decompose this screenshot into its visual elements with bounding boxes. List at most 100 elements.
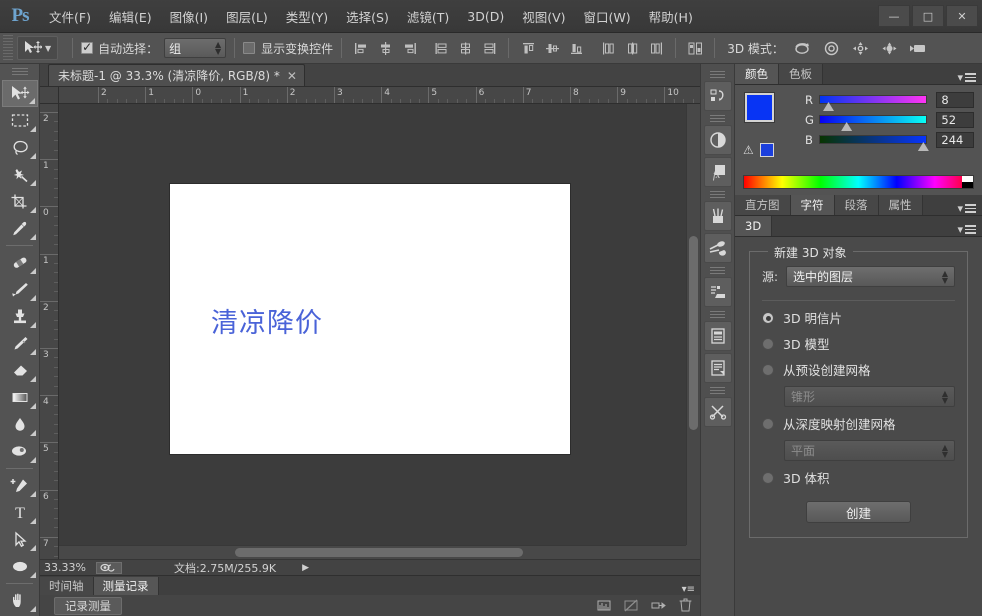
- blur-tool[interactable]: [2, 411, 38, 438]
- vertical-ruler[interactable]: 21012345678: [40, 104, 59, 559]
- radio-3d-volume[interactable]: [762, 472, 774, 484]
- toolbar-grip[interactable]: [12, 68, 28, 77]
- gamut-warning-icon[interactable]: ⚠: [743, 143, 754, 157]
- roll-3d-icon[interactable]: [821, 37, 843, 59]
- menu-image[interactable]: 图像(I): [161, 2, 217, 31]
- menu-window[interactable]: 窗口(W): [575, 2, 640, 31]
- document-profile-icon[interactable]: [96, 562, 122, 574]
- history-brush-tool[interactable]: [2, 330, 38, 357]
- tool-flyout-indicator[interactable]: [30, 153, 36, 159]
- export-measurements-icon[interactable]: [651, 597, 666, 616]
- horizontal-scrollbar-thumb[interactable]: [235, 548, 523, 557]
- bottom-panel-menu-icon[interactable]: ▾≡: [682, 584, 695, 595]
- distribute-bottom-edges-icon[interactable]: [645, 37, 667, 59]
- dodge-tool[interactable]: [2, 438, 38, 465]
- styles-panel-icon[interactable]: fx: [704, 157, 732, 187]
- slide-3d-icon[interactable]: [879, 37, 901, 59]
- menu-view[interactable]: 视图(V): [513, 2, 574, 31]
- menu-select[interactable]: 选择(S): [337, 2, 398, 31]
- brush-presets-icon[interactable]: [704, 201, 732, 231]
- color-spectrum-ramp[interactable]: [743, 175, 974, 189]
- canvas-viewport[interactable]: 清凉降价: [59, 104, 686, 545]
- red-value[interactable]: 8: [936, 92, 974, 108]
- options-bar-grip[interactable]: [3, 35, 13, 61]
- tab-timeline[interactable]: 时间轴: [40, 577, 94, 595]
- menu-layer[interactable]: 图层(L): [217, 2, 277, 31]
- delete-measurements-icon[interactable]: [679, 597, 692, 616]
- document-tab[interactable]: 未标题-1 @ 33.3% (清凉降价, RGB/8) * ✕: [48, 64, 305, 86]
- status-expand-arrow-icon[interactable]: ▶: [302, 563, 309, 573]
- tool-flyout-indicator[interactable]: [30, 376, 36, 382]
- color-panel-menu-icon[interactable]: ▾: [957, 71, 982, 84]
- tool-flyout-indicator[interactable]: [30, 295, 36, 301]
- align-horizontal-centers-icon[interactable]: [374, 37, 396, 59]
- align-left-edges-icon[interactable]: [350, 37, 372, 59]
- red-slider-thumb[interactable]: [823, 102, 834, 111]
- select-all-measurements-icon[interactable]: [597, 597, 611, 616]
- dock-grip[interactable]: [710, 115, 725, 123]
- tool-flyout-indicator[interactable]: [30, 518, 36, 524]
- eraser-tool[interactable]: [2, 357, 38, 384]
- distribute-left-edges-icon[interactable]: [430, 37, 452, 59]
- tool-flyout-indicator[interactable]: [30, 349, 36, 355]
- type-tool[interactable]: T: [2, 499, 38, 526]
- option-mesh-from-depth-map[interactable]: 从深度映射创建网格: [762, 414, 955, 433]
- pan-3d-icon[interactable]: [850, 37, 872, 59]
- tool-flyout-indicator[interactable]: [30, 234, 36, 240]
- vertical-scrollbar[interactable]: [686, 104, 700, 545]
- dock-grip[interactable]: [710, 311, 725, 319]
- preset-mesh-dropdown[interactable]: 锥形 ▲▼: [784, 386, 955, 407]
- tool-flyout-indicator[interactable]: [30, 322, 36, 328]
- menu-filter[interactable]: 滤镜(T): [398, 2, 458, 31]
- align-vertical-centers-icon[interactable]: [541, 37, 563, 59]
- healing-brush-tool[interactable]: [2, 249, 38, 276]
- tab-character[interactable]: 字符: [791, 195, 835, 215]
- depth-map-dropdown[interactable]: 平面 ▲▼: [784, 440, 955, 461]
- create-button[interactable]: 创建: [806, 501, 911, 523]
- green-value[interactable]: 52: [936, 112, 974, 128]
- menu-type[interactable]: 类型(Y): [277, 2, 337, 31]
- black-white-ramp[interactable]: [962, 176, 973, 188]
- radio-mesh-from-preset[interactable]: [762, 364, 774, 376]
- vertical-scrollbar-thumb[interactable]: [689, 236, 698, 430]
- history-panel-icon[interactable]: [704, 81, 732, 111]
- current-tool-preset[interactable]: ▼: [17, 36, 58, 60]
- tool-flyout-indicator[interactable]: [30, 403, 36, 409]
- foreground-color-swatch[interactable]: [745, 93, 774, 122]
- pen-tool[interactable]: [2, 472, 38, 499]
- magic-wand-tool[interactable]: [2, 161, 38, 188]
- auto-select-scope-dropdown[interactable]: 组 ▲▼: [164, 38, 226, 58]
- actions-panel-icon[interactable]: [704, 277, 732, 307]
- source-dropdown[interactable]: 选中的图层 ▲▼: [786, 266, 955, 287]
- option-3d-postcard[interactable]: 3D 明信片: [762, 308, 955, 327]
- hand-tool[interactable]: [2, 587, 38, 614]
- move-tool[interactable]: [2, 80, 38, 107]
- distribute-centers-icon[interactable]: [454, 37, 476, 59]
- blue-slider-thumb[interactable]: [918, 142, 929, 151]
- lasso-tool[interactable]: [2, 134, 38, 161]
- dock-grip[interactable]: [710, 191, 725, 199]
- tool-flyout-indicator[interactable]: [30, 457, 36, 463]
- clone-stamp-tool[interactable]: [2, 303, 38, 330]
- minimize-button[interactable]: —: [878, 5, 910, 27]
- brush-tool[interactable]: [2, 276, 38, 303]
- tab-swatches[interactable]: 色板: [779, 64, 823, 84]
- tab-properties[interactable]: 属性: [879, 195, 923, 215]
- align-right-edges-icon[interactable]: [398, 37, 420, 59]
- close-button[interactable]: ✕: [946, 5, 978, 27]
- 3d-panel-menu-icon[interactable]: ▾: [957, 223, 982, 236]
- path-selection-tool[interactable]: [2, 526, 38, 553]
- menu-help[interactable]: 帮助(H): [640, 2, 702, 31]
- align-bottom-edges-icon[interactable]: [565, 37, 587, 59]
- auto-align-layers-icon[interactable]: [684, 37, 706, 59]
- tool-flyout-indicator[interactable]: [30, 126, 36, 132]
- eyedropper-tool[interactable]: [2, 215, 38, 242]
- maximize-button[interactable]: □: [912, 5, 944, 27]
- green-slider-thumb[interactable]: [841, 122, 852, 131]
- clone-source-icon[interactable]: [704, 397, 732, 427]
- menu-3d[interactable]: 3D(D): [458, 4, 513, 29]
- distribute-right-edges-icon[interactable]: [478, 37, 500, 59]
- horizontal-ruler[interactable]: 210123456789101112: [59, 87, 700, 104]
- tool-flyout-indicator[interactable]: [30, 430, 36, 436]
- dock-grip[interactable]: [710, 267, 725, 275]
